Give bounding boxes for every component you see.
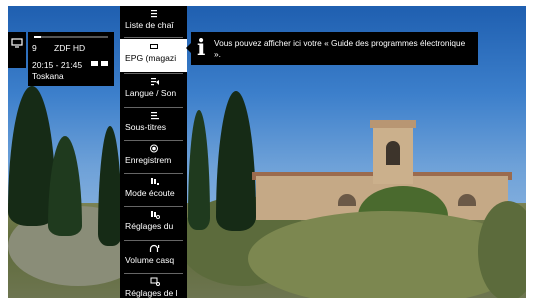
tv-icon-box bbox=[8, 32, 26, 68]
program-title: Toskana bbox=[32, 71, 64, 81]
background-window bbox=[458, 194, 476, 206]
menu-item-label: EPG (magazi bbox=[125, 53, 177, 63]
menu-item-label: Réglages du bbox=[125, 221, 174, 231]
listen-mode-icon bbox=[150, 178, 159, 185]
menu-item-subtitles[interactable]: Sous-titres bbox=[120, 108, 187, 141]
channel-number: 9 bbox=[32, 43, 37, 53]
background-tower-window bbox=[386, 141, 400, 165]
menu-item-label: Langue / Son bbox=[125, 88, 177, 98]
menu-item-label: Mode écoute bbox=[125, 188, 175, 198]
menu-item-sound-settings[interactable]: Réglages du bbox=[120, 207, 187, 240]
menu-item-label: Liste de chaî bbox=[125, 20, 174, 30]
record-icon bbox=[149, 144, 158, 153]
menu-item-listening-mode[interactable]: Mode écoute bbox=[120, 174, 187, 207]
options-menu: Liste de chaî EPG (magazi Langue / Son S… bbox=[120, 6, 187, 298]
program-progress-fill bbox=[34, 36, 42, 38]
tv-screen: 9 ZDF HD 20:15 - 21:45 Toskana Liste de c… bbox=[8, 6, 526, 298]
program-progress-bar bbox=[34, 36, 108, 38]
channel-name: ZDF HD bbox=[54, 43, 86, 53]
program-flags bbox=[91, 61, 108, 66]
menu-item-epg[interactable]: EPG (magazi bbox=[120, 39, 187, 72]
epg-icon bbox=[149, 44, 158, 49]
menu-item-picture-settings[interactable]: Réglages de l bbox=[120, 274, 187, 298]
audio-language-icon bbox=[150, 78, 159, 86]
tv-icon bbox=[11, 38, 23, 48]
sound-settings-icon bbox=[150, 211, 160, 219]
channel-info-panel: 9 ZDF HD 20:15 - 21:45 Toskana bbox=[28, 32, 114, 86]
tooltip-text: Vous pouvez afficher ici votre « Guide d… bbox=[214, 38, 466, 59]
hd-flag-icon bbox=[101, 61, 108, 66]
headphone-volume-icon bbox=[149, 244, 159, 252]
subtitles-icon bbox=[150, 112, 159, 120]
menu-item-language-sound[interactable]: Langue / Son bbox=[120, 74, 187, 107]
help-tooltip: i Vous pouvez afficher ici votre « Guide… bbox=[191, 32, 478, 65]
picture-settings-icon bbox=[150, 277, 160, 286]
menu-item-label: Enregistrem bbox=[125, 155, 172, 165]
menu-item-channel-list[interactable]: Liste de chaî bbox=[120, 6, 187, 36]
menu-item-label: Volume casq bbox=[125, 255, 175, 265]
menu-item-label: Sous-titres bbox=[125, 122, 167, 132]
audio-flag-icon bbox=[91, 61, 98, 66]
channel-line: 9 ZDF HD bbox=[32, 43, 85, 53]
program-time: 20:15 - 21:45 bbox=[32, 60, 83, 70]
menu-item-label: Réglages de l bbox=[125, 288, 178, 298]
menu-item-recordings[interactable]: Enregistrem bbox=[120, 141, 187, 174]
info-icon: i bbox=[197, 35, 206, 61]
background-tower-cap bbox=[370, 120, 416, 128]
background-window bbox=[338, 194, 356, 206]
menu-item-headphone-volume[interactable]: Volume casq bbox=[120, 241, 187, 274]
list-icon bbox=[150, 10, 157, 18]
menu-separator bbox=[124, 37, 183, 38]
